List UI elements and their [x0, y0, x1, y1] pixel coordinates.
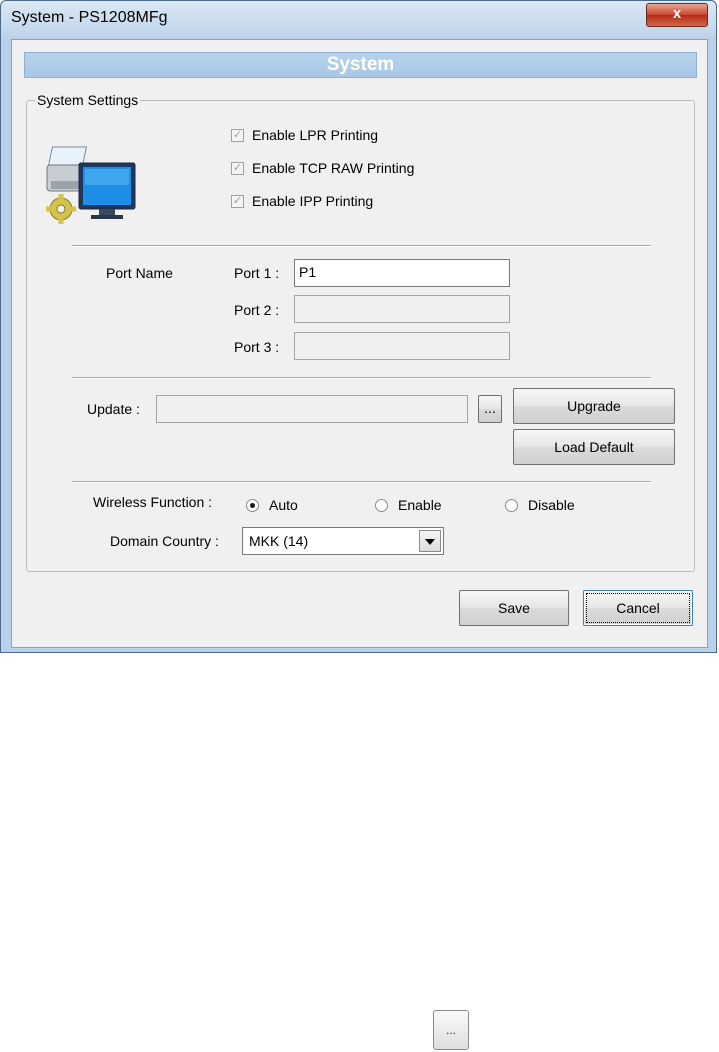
load-default-button[interactable]: Load Default — [513, 429, 675, 465]
port-3-input[interactable] — [294, 332, 510, 360]
enable-tcp-raw-checkbox[interactable]: ✓ Enable TCP RAW Printing — [231, 160, 414, 176]
save-button[interactable]: Save — [459, 590, 569, 626]
chevron-down-icon[interactable] — [419, 530, 441, 552]
port-2-label: Port 2 : — [234, 302, 280, 318]
separator — [72, 377, 651, 379]
checkbox-label: Enable IPP Printing — [252, 193, 374, 209]
port-3-label: Port 3 : — [234, 339, 280, 355]
select-value: MKK (14) — [249, 533, 309, 549]
enable-lpr-checkbox[interactable]: ✓ Enable LPR Printing — [231, 127, 378, 143]
system-settings-group: System Settings ✓ Enable LPR Printing ✓ … — [26, 92, 695, 572]
cancel-label: Cancel — [586, 593, 690, 623]
radio-label: Enable — [398, 497, 442, 513]
port-1-label: Port 1 : — [234, 265, 280, 281]
wireless-disable-radio[interactable]: Disable — [505, 497, 575, 513]
radio-label: Disable — [528, 497, 575, 513]
wireless-enable-radio[interactable]: Enable — [375, 497, 442, 513]
update-label: Update : — [87, 401, 140, 417]
port-name-label: Port Name — [106, 265, 173, 281]
radio-button[interactable] — [505, 498, 518, 512]
checkbox-label: Enable TCP RAW Printing — [252, 160, 415, 176]
enable-ipp-checkbox[interactable]: ✓ Enable IPP Printing — [231, 193, 373, 209]
printer-monitor-gear-icon — [46, 146, 136, 224]
close-button[interactable]: x — [646, 3, 708, 27]
cancel-button[interactable]: Cancel — [583, 590, 693, 626]
radio-button[interactable] — [375, 498, 388, 512]
title-bar[interactable]: System - PS1208MFg x — [1, 1, 716, 37]
page-banner: System — [24, 52, 697, 78]
system-window: System - PS1208MFg x System System Setti… — [0, 0, 717, 653]
checkbox-box[interactable]: ✓ — [231, 194, 244, 208]
checkbox-box[interactable]: ✓ — [231, 128, 244, 142]
port-2-input[interactable] — [294, 295, 510, 323]
update-path-input[interactable] — [156, 395, 468, 423]
close-icon: x — [672, 5, 682, 22]
checkbox-box[interactable]: ✓ — [231, 161, 244, 175]
window-title: System - PS1208MFg — [11, 9, 168, 26]
upgrade-button[interactable]: Upgrade — [513, 388, 675, 424]
domain-country-label: Domain Country : — [110, 533, 219, 549]
radio-label: Auto — [269, 497, 298, 513]
wireless-auto-radio[interactable]: Auto — [246, 497, 298, 513]
browse-button[interactable]: ... — [478, 395, 502, 423]
domain-country-select[interactable]: MKK (14) — [242, 527, 444, 555]
group-legend: System Settings — [35, 92, 141, 108]
separator — [72, 245, 651, 247]
radio-button[interactable] — [246, 498, 259, 512]
dialog-client: System System Settings ✓ Enable LPR Prin… — [11, 39, 708, 648]
browse-button-sample[interactable]: ... — [433, 1010, 469, 1050]
checkbox-label: Enable LPR Printing — [252, 127, 379, 143]
port-1-input[interactable]: P1 — [294, 259, 510, 287]
separator — [72, 481, 651, 483]
wireless-function-label: Wireless Function : — [93, 494, 213, 510]
